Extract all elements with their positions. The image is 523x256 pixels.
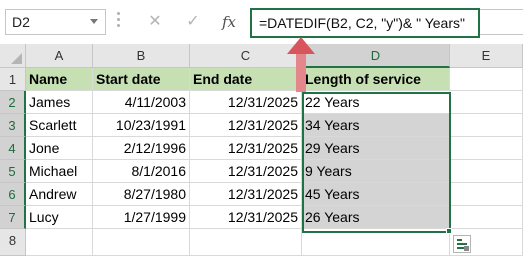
cell-d8[interactable]: [302, 229, 450, 256]
formula-bar-area: D2 ✕ ✓ fx =DATEDIF(B2, C2, "y")& " Years…: [0, 0, 523, 44]
select-all-triangle-icon: [11, 53, 22, 64]
cell-c6[interactable]: 12/31/2025: [190, 183, 302, 206]
cell-c4[interactable]: 12/31/2025: [190, 137, 302, 160]
row-header-8[interactable]: 8: [0, 229, 26, 256]
chevron-down-icon[interactable]: [90, 19, 98, 24]
cell-d1[interactable]: Length of service: [302, 68, 450, 91]
cell-e4[interactable]: [450, 137, 523, 160]
row-header-5[interactable]: 5: [0, 160, 26, 183]
cell-b1[interactable]: Start date: [93, 68, 190, 91]
cell-d5[interactable]: 9 Years: [302, 160, 450, 183]
cell-a5[interactable]: Michael: [26, 160, 93, 183]
cell-c8[interactable]: [190, 229, 302, 256]
cancel-icon[interactable]: ✕: [142, 9, 168, 35]
row-header-1[interactable]: 1: [0, 68, 26, 91]
row-header-6[interactable]: 6: [0, 183, 26, 206]
cell-a4[interactable]: Jone: [26, 137, 93, 160]
quick-analysis-icon[interactable]: [453, 235, 471, 253]
column-header-e[interactable]: E: [450, 44, 523, 68]
cell-b2[interactable]: 4/11/2003: [93, 91, 190, 114]
row-header-7[interactable]: 7: [0, 206, 26, 229]
formula-bar-grip[interactable]: [117, 12, 121, 32]
cell-d4[interactable]: 29 Years: [302, 137, 450, 160]
row-header-4[interactable]: 4: [0, 137, 26, 160]
cell-e6[interactable]: [450, 183, 523, 206]
cell-d2-active[interactable]: 22 Years: [302, 91, 450, 114]
cell-b5[interactable]: 8/1/2016: [93, 160, 190, 183]
cell-a6[interactable]: Andrew: [26, 183, 93, 206]
column-header-b[interactable]: B: [93, 44, 190, 68]
insert-function-button[interactable]: fx: [218, 9, 240, 35]
column-header-c[interactable]: C: [190, 44, 302, 68]
cell-c1[interactable]: End date: [190, 68, 302, 91]
formula-input[interactable]: =DATEDIF(B2, C2, "y")& " Years": [250, 8, 480, 38]
select-all-button[interactable]: [0, 44, 26, 68]
cell-d3[interactable]: 34 Years: [302, 114, 450, 137]
cell-a7[interactable]: Lucy: [26, 206, 93, 229]
fill-handle[interactable]: [446, 228, 452, 234]
annotation-arrow-shaft: [296, 52, 306, 92]
cell-e3[interactable]: [450, 114, 523, 137]
enter-icon[interactable]: ✓: [180, 9, 206, 35]
row-header-3[interactable]: 3: [0, 114, 26, 137]
column-header-d[interactable]: D: [302, 44, 450, 68]
cell-b4[interactable]: 2/12/1996: [93, 137, 190, 160]
cell-b8[interactable]: [93, 229, 190, 256]
annotation-arrow-icon: [287, 37, 315, 54]
cell-b6[interactable]: 8/27/1980: [93, 183, 190, 206]
cell-b3[interactable]: 10/23/1991: [93, 114, 190, 137]
cell-c2[interactable]: 12/31/2025: [190, 91, 302, 114]
cell-c3[interactable]: 12/31/2025: [190, 114, 302, 137]
cell-e2[interactable]: [450, 91, 523, 114]
cell-d7[interactable]: 26 Years: [302, 206, 450, 229]
cell-a8[interactable]: [26, 229, 93, 256]
cell-d6[interactable]: 45 Years: [302, 183, 450, 206]
cell-c7[interactable]: 12/31/2025: [190, 206, 302, 229]
cell-e5[interactable]: [450, 160, 523, 183]
formula-text: =DATEDIF(B2, C2, "y")& " Years": [259, 15, 465, 31]
cell-c5[interactable]: 12/31/2025: [190, 160, 302, 183]
cell-b7[interactable]: 1/27/1999: [93, 206, 190, 229]
cell-e7[interactable]: [450, 206, 523, 229]
cell-e1[interactable]: [450, 68, 523, 91]
row-header-2[interactable]: 2: [0, 91, 26, 114]
formula-input-extension[interactable]: [480, 9, 523, 35]
cell-a1[interactable]: Name: [26, 68, 93, 91]
name-box[interactable]: D2: [5, 9, 106, 35]
cell-a3[interactable]: Scarlett: [26, 114, 93, 137]
name-box-value: D2: [12, 14, 30, 30]
column-header-a[interactable]: A: [26, 44, 93, 68]
cell-a2[interactable]: James: [26, 91, 93, 114]
